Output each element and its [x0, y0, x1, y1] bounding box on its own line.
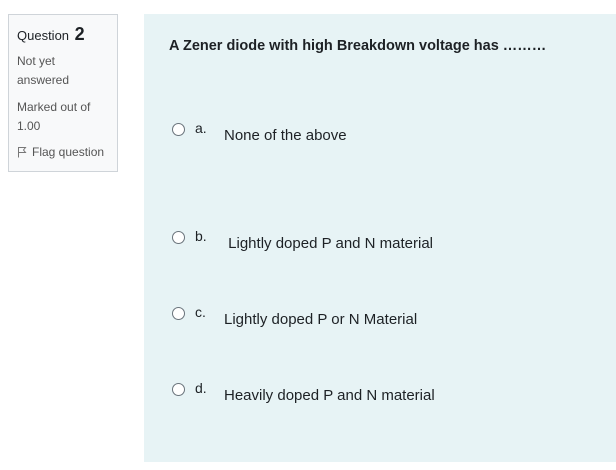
answer-text: None of the above	[224, 127, 347, 144]
answer-option-c[interactable]: c. Lightly doped P or N Material	[172, 302, 417, 330]
radio-button[interactable]	[172, 307, 185, 320]
question-state: Not yet answered	[17, 54, 70, 87]
question-content: A Zener diode with high Breakdown voltag…	[144, 14, 616, 462]
answer-text: Lightly doped P or N Material	[224, 311, 418, 328]
question-info-panel: Question 2 Not yet answered Marked out o…	[8, 14, 118, 172]
answer-letter: c.	[195, 304, 206, 320]
answer-option-a[interactable]: a. None of the above	[172, 118, 347, 146]
radio-button[interactable]	[172, 231, 185, 244]
question-grade: Marked out of 1.00	[17, 100, 91, 133]
flag-question-label: Flag question	[32, 145, 105, 159]
question-number-value: 2	[74, 24, 85, 44]
answer-text: Lightly doped P and N material	[224, 235, 434, 252]
question-text: A Zener diode with high Breakdown voltag…	[169, 38, 547, 54]
flag-question-button[interactable]: Flag question	[17, 145, 109, 159]
question-number: Question 2	[17, 24, 109, 46]
answer-text: Heavily doped P and N material	[224, 387, 435, 404]
answer-letter: a.	[195, 120, 207, 136]
answer-option-d[interactable]: d. Heavily doped P and N material	[172, 378, 435, 406]
answer-letter: b.	[195, 228, 207, 244]
radio-button[interactable]	[172, 123, 185, 136]
flag-icon	[18, 147, 27, 158]
question-label: Question	[17, 28, 70, 43]
radio-button[interactable]	[172, 383, 185, 396]
answer-option-b[interactable]: b. Lightly doped P and N material	[172, 226, 433, 254]
answer-letter: d.	[195, 380, 207, 396]
